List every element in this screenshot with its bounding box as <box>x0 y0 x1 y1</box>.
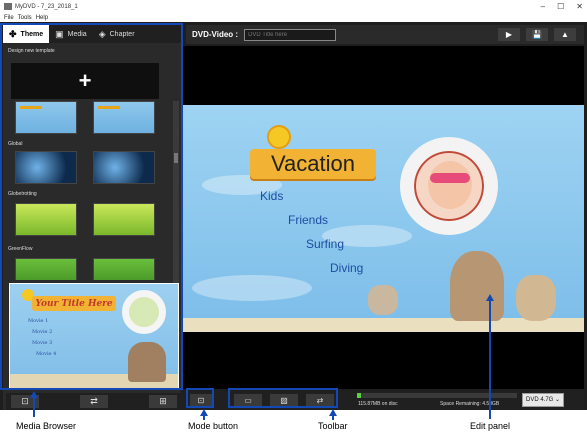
maximize-button[interactable]: ☐ <box>557 2 564 11</box>
callout-arrowhead <box>200 409 208 416</box>
photo-frame[interactable] <box>400 137 498 235</box>
photo <box>428 161 472 209</box>
dvd-title-input[interactable] <box>244 28 337 41</box>
dog-illustration <box>450 251 504 321</box>
disc-type-select[interactable]: DVD 4.7G ⌄ <box>522 393 564 407</box>
callout-media-browser: Media Browser <box>16 421 77 431</box>
toolbar-highlight <box>228 388 338 408</box>
menu-item-surfing[interactable]: Surfing <box>306 237 344 251</box>
callout-arrowhead <box>30 391 38 398</box>
dvd-video-label: DVD-Video : <box>192 30 239 39</box>
swap-button[interactable]: ⇄ <box>80 395 108 408</box>
callout-arrowhead <box>329 409 337 416</box>
disc-type-value: DVD 4.7G <box>526 397 554 403</box>
burn-icon: ▲ <box>561 30 569 39</box>
save-icon: 💾 <box>532 30 542 39</box>
callout-toolbar: Toolbar <box>318 421 348 431</box>
play-icon: ▶ <box>505 30 513 39</box>
chevron-down-icon: ⌄ <box>554 397 560 403</box>
screenshot: MyDVD - 7_23_2018_1 – ☐ ✕ File Tools Hel… <box>0 0 587 444</box>
callout-mode-button: Mode button <box>188 421 239 431</box>
disc-usage-fill <box>357 393 361 398</box>
menu-bar: File Tools Help <box>0 13 587 22</box>
callout-edit-panel: Edit panel <box>470 421 511 431</box>
menu-item-friends[interactable]: Friends <box>288 213 328 227</box>
window-title: MyDVD - 7_23_2018_1 <box>15 3 78 10</box>
disc-usage-bar <box>357 393 517 398</box>
menu-tools[interactable]: Tools <box>18 15 32 21</box>
save-button[interactable]: 💾 <box>526 28 548 41</box>
menu-title[interactable]: Vacation <box>271 151 355 177</box>
dog-illustration <box>368 285 398 315</box>
close-button[interactable]: ✕ <box>576 2 583 11</box>
window-titlebar: MyDVD - 7_23_2018_1 – ☐ ✕ <box>0 0 587 13</box>
menu-preview-canvas[interactable]: Vacation Kids Friends Surfing Diving <box>182 105 584 332</box>
window-controls: – ☐ ✕ <box>541 0 583 13</box>
beach-sand <box>182 318 584 332</box>
dvd-title-bar: DVD-Video : ▶ 💾 ▲ <box>186 25 584 44</box>
media-browser-highlight <box>0 23 183 390</box>
disc-used-text: 115.87MB on disc <box>358 401 398 407</box>
menu-item-kids[interactable]: Kids <box>260 189 283 203</box>
app-icon <box>4 3 12 10</box>
callout-arrow <box>489 300 491 419</box>
menu-title-banner[interactable]: Vacation <box>250 149 376 179</box>
play-button[interactable]: ▶ <box>498 28 520 41</box>
add-button[interactable]: ⊞ <box>149 395 177 408</box>
add-icon: ⊞ <box>159 396 167 406</box>
callout-arrowhead <box>486 294 494 301</box>
callout-arrow <box>33 397 35 417</box>
menu-file[interactable]: File <box>4 15 14 21</box>
sunglasses-graphic <box>430 173 470 183</box>
minimize-button[interactable]: – <box>541 2 545 11</box>
add-to-disc-icon: ⊡ <box>21 396 29 406</box>
menu-help[interactable]: Help <box>36 15 48 21</box>
burn-button[interactable]: ▲ <box>554 28 576 41</box>
dog-illustration <box>516 275 556 321</box>
menu-item-diving[interactable]: Diving <box>330 261 363 275</box>
mode-button-highlight <box>186 388 214 408</box>
swap-icon: ⇄ <box>90 396 98 406</box>
sun-icon <box>267 125 291 149</box>
edit-panel[interactable]: Vacation Kids Friends Surfing Diving <box>182 46 584 389</box>
